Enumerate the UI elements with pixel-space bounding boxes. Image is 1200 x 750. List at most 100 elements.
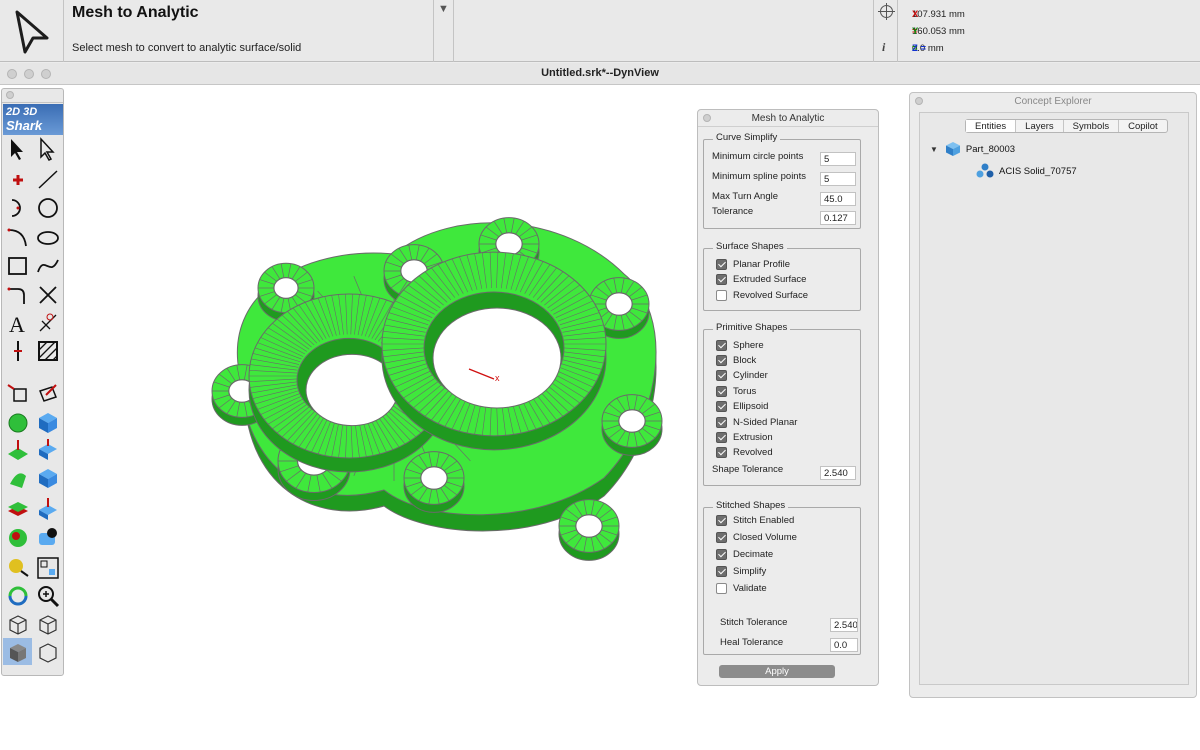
checkbox-checked[interactable]	[716, 566, 727, 578]
stitch-tolerance-input[interactable]: 2.540	[830, 618, 858, 632]
checkbox-unchecked[interactable]	[716, 583, 727, 595]
text-tool-button[interactable]: A	[3, 309, 32, 337]
checkbox-row[interactable]: Extrusion	[716, 430, 773, 444]
wireframe-view-tool-button[interactable]	[3, 610, 32, 637]
command-history-dropdown[interactable]: ▼	[434, 0, 454, 62]
checkbox-row[interactable]: Block	[716, 353, 756, 367]
trim-tool-button[interactable]	[33, 281, 62, 308]
checkbox-row[interactable]: Closed Volume	[716, 530, 797, 544]
block-tool-button[interactable]	[33, 409, 62, 436]
svg-text:A: A	[9, 312, 25, 337]
max-turn-input[interactable]: 45.0	[820, 192, 856, 206]
hidden-line-view-tool-button[interactable]	[33, 610, 62, 637]
right-ring-bore	[432, 307, 562, 409]
checkbox-unchecked[interactable]	[716, 289, 727, 301]
min-circle-input[interactable]: 5	[820, 152, 856, 166]
checkbox-checked[interactable]	[716, 548, 727, 560]
tab-symbols[interactable]: Symbols	[1064, 120, 1120, 132]
circle-tool-button[interactable]	[33, 194, 62, 221]
checkbox-checked[interactable]	[716, 354, 727, 366]
mesh-model[interactable]: x	[64, 86, 694, 686]
checkbox-row[interactable]: Planar Profile	[716, 257, 790, 271]
checkbox-checked[interactable]	[716, 339, 727, 351]
explorer-close-button[interactable]	[915, 97, 923, 105]
arc-tool-button[interactable]	[3, 194, 32, 221]
dimension-icon	[39, 313, 56, 331]
panel-close-button[interactable]	[703, 114, 711, 122]
pointer-outline-icon	[39, 136, 55, 161]
solid-box-tool-button[interactable]	[33, 464, 62, 491]
checkbox-checked[interactable]	[716, 401, 727, 413]
sphere-tool-button[interactable]	[3, 409, 32, 436]
rotate-view-tool-button[interactable]	[3, 582, 32, 609]
checkbox-row[interactable]: Extruded Surface	[716, 273, 806, 287]
checkbox-checked[interactable]	[716, 447, 727, 459]
vertical-line-tool-button[interactable]	[3, 337, 32, 364]
pointer-outline-tool-button[interactable]	[33, 136, 62, 163]
checkbox-checked[interactable]	[716, 431, 727, 443]
ellipse-tool-button[interactable]	[33, 224, 62, 251]
tab-copilot[interactable]: Copilot	[1119, 120, 1167, 132]
point-tool-button[interactable]	[3, 166, 32, 193]
tree-row-part[interactable]: ▼ Part_80003	[930, 141, 1015, 157]
fillet-tool-button[interactable]	[3, 281, 32, 308]
cut-tool-button[interactable]	[33, 495, 62, 522]
checkbox-label: Ellipsoid	[733, 401, 769, 413]
checkbox-row[interactable]: Cylinder	[716, 369, 768, 383]
checkbox-row[interactable]: Ellipsoid	[716, 400, 768, 414]
extrude-tool-button[interactable]	[3, 436, 32, 463]
tab-layers[interactable]: Layers	[1016, 120, 1064, 132]
curve-tool-button[interactable]	[3, 224, 32, 251]
copy-tool-button[interactable]	[33, 379, 62, 406]
dimension-tool-button[interactable]	[33, 309, 62, 336]
checkbox-checked[interactable]	[716, 385, 727, 397]
palette-close-button[interactable]	[6, 91, 14, 99]
line-tool-button[interactable]	[33, 166, 62, 193]
apply-button[interactable]: Apply	[719, 665, 835, 678]
checkbox-row[interactable]: N-Sided Planar	[716, 415, 797, 429]
layer-stack-tool-button[interactable]	[3, 495, 32, 522]
move-tool-button[interactable]	[3, 379, 32, 406]
checkbox-row[interactable]: Torus	[716, 384, 756, 398]
checkbox-checked[interactable]	[716, 274, 727, 285]
shaded-view-tool-button[interactable]	[3, 638, 32, 665]
crosshair-icon[interactable]	[878, 3, 895, 20]
shell-tool-button[interactable]	[33, 523, 62, 550]
checkbox-checked[interactable]	[716, 370, 727, 382]
checkbox-row[interactable]: Validate	[716, 582, 767, 596]
shape-tolerance-input[interactable]: 2.540	[820, 466, 856, 480]
push-pull-tool-button[interactable]	[33, 436, 62, 463]
sphere-icon	[8, 413, 27, 432]
outline-view-tool-button[interactable]	[33, 638, 62, 665]
panel-header: Mesh to Analytic	[698, 110, 878, 127]
checkbox-row[interactable]: Revolved Surface	[716, 288, 808, 302]
min-spline-input[interactable]: 5	[820, 172, 856, 186]
view-grid-tool-button[interactable]	[33, 554, 62, 581]
command-input-area[interactable]	[454, 0, 874, 62]
checkbox-row[interactable]: Decimate	[716, 547, 773, 561]
pointer-tool-button[interactable]	[3, 136, 32, 163]
hatch-tool-button[interactable]	[33, 337, 62, 364]
checkbox-checked[interactable]	[716, 258, 727, 270]
disclosure-triangle-icon[interactable]: ▼	[930, 145, 938, 154]
info-icon[interactable]: i	[882, 40, 885, 55]
checkbox-checked[interactable]	[716, 514, 727, 526]
rectangle-tool-button[interactable]	[3, 252, 32, 279]
checkbox-checked[interactable]	[716, 416, 727, 428]
tab-entities[interactable]: Entities	[966, 120, 1017, 132]
zoom-tool-button[interactable]	[33, 582, 62, 609]
checkbox-row[interactable]: Simplify	[716, 565, 766, 579]
loft-tool-button[interactable]	[3, 464, 32, 491]
checkbox-row[interactable]: Revolved	[716, 446, 773, 460]
heal-tolerance-input[interactable]: 0.0	[830, 638, 858, 652]
spline-tool-button[interactable]	[33, 252, 62, 279]
tolerance-input[interactable]: 0.127	[820, 211, 856, 225]
tree-row-solid[interactable]: ACIS Solid_70757	[975, 163, 1077, 179]
light-tool-button[interactable]	[3, 554, 32, 581]
checkbox-label: Simplify	[733, 566, 767, 578]
revolve-tool-button[interactable]	[3, 523, 32, 550]
checkbox-row[interactable]: Sphere	[716, 338, 764, 352]
checkbox-row[interactable]: Stitch Enabled	[716, 513, 794, 527]
3d-viewport[interactable]: x	[64, 86, 694, 686]
checkbox-checked[interactable]	[716, 531, 727, 543]
